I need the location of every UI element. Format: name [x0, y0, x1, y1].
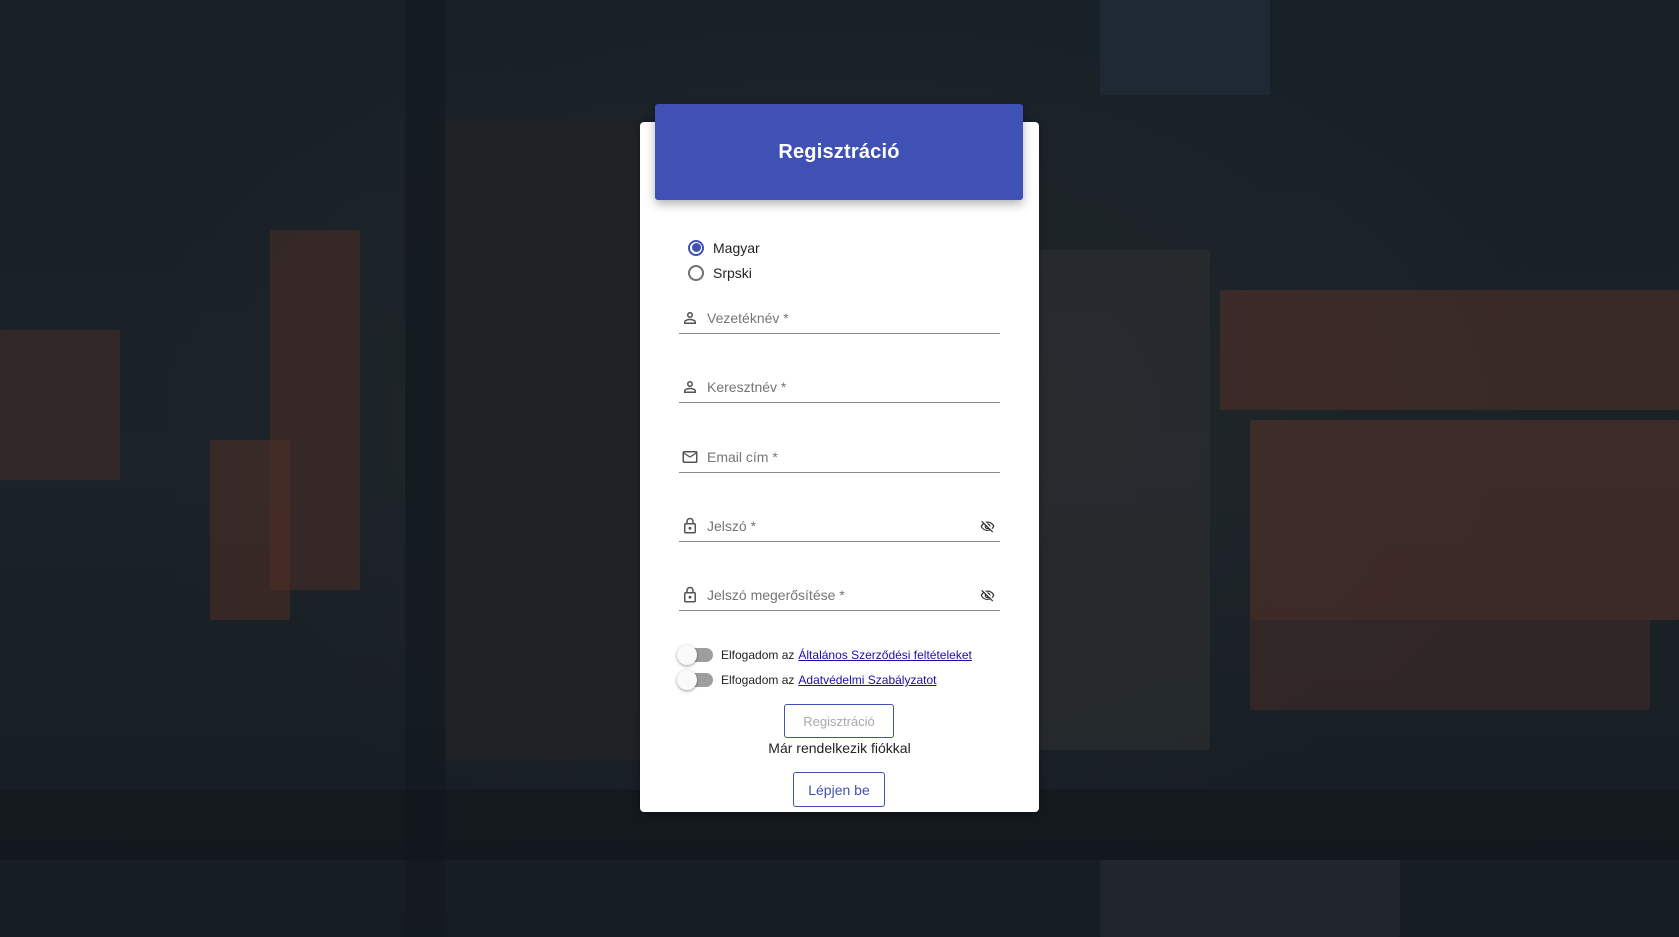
radio-label: Srpski [713, 264, 752, 281]
card-header: Regisztráció [655, 104, 1023, 200]
language-radio-group: Magyar Srpski [688, 235, 760, 285]
password-field[interactable] [679, 511, 1000, 542]
person-icon [680, 377, 700, 397]
register-button[interactable]: Regisztráció [784, 704, 894, 738]
first-name-field[interactable] [679, 372, 1000, 403]
login-button[interactable]: Lépjen be [793, 772, 885, 807]
email-input[interactable] [707, 446, 1000, 468]
eye-off-icon[interactable] [980, 517, 998, 535]
mail-icon [680, 447, 700, 467]
page-title: Regisztráció [778, 140, 900, 163]
lock-icon [680, 516, 700, 536]
password-confirm-field[interactable] [679, 580, 1000, 611]
last-name-field[interactable] [679, 303, 1000, 334]
radio-option-magyar[interactable]: Magyar [688, 235, 760, 260]
terms-prefix: Elfogadom az [721, 648, 795, 662]
privacy-link[interactable]: Adatvédelmi Szabályzatot [798, 673, 936, 687]
password-input[interactable] [707, 515, 980, 537]
terms-toggle[interactable] [677, 645, 713, 665]
privacy-toggle[interactable] [677, 670, 713, 690]
terms-toggle-row: Elfogadom az Általános Szerződési feltét… [677, 645, 972, 665]
radio-unchecked-icon[interactable] [688, 264, 704, 281]
password-confirm-input[interactable] [707, 584, 980, 606]
lock-icon [680, 585, 700, 605]
person-icon [680, 308, 700, 328]
terms-link[interactable]: Általános Szerződési feltételeket [798, 648, 971, 662]
eye-off-icon[interactable] [980, 586, 998, 604]
radio-label: Magyar [713, 239, 760, 256]
last-name-input[interactable] [707, 307, 1000, 329]
radio-option-srpski[interactable]: Srpski [688, 260, 760, 285]
have-account-text: Már rendelkezik fiókkal [768, 740, 911, 756]
radio-checked-icon[interactable] [688, 239, 704, 256]
email-field[interactable] [679, 442, 1000, 473]
first-name-input[interactable] [707, 376, 1000, 398]
privacy-toggle-row: Elfogadom az Adatvédelmi Szabályzatot [677, 670, 936, 690]
privacy-prefix: Elfogadom az [721, 673, 795, 687]
